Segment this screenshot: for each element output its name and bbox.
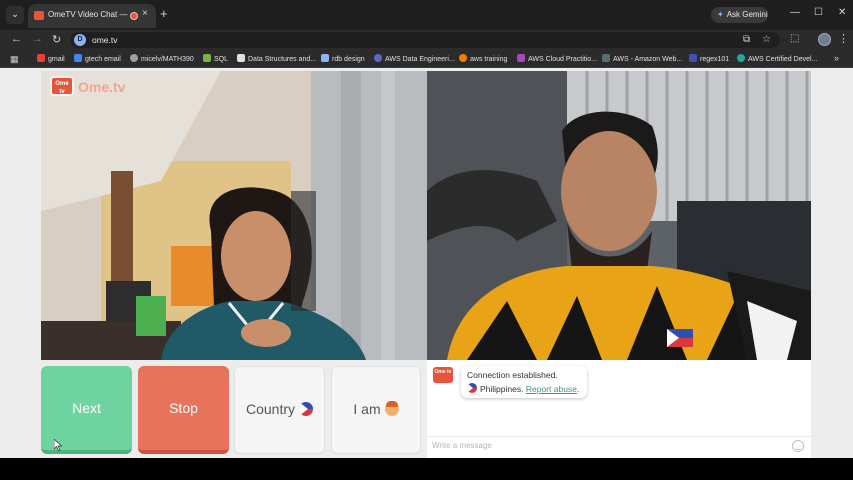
bookmark-favicon-icon — [374, 54, 382, 62]
bookmark-favicon-icon — [237, 54, 245, 62]
bookmark-favicon-icon — [517, 54, 525, 62]
remote-video-image — [427, 71, 811, 360]
bookmark-item[interactable]: rdb design — [321, 54, 365, 63]
face-emoji-icon — [384, 401, 399, 416]
ask-gemini-button[interactable]: ✦ Ask Gemini — [711, 7, 768, 23]
page-bottom-edge — [0, 458, 853, 480]
extensions-icon[interactable]: ⬚ — [790, 33, 799, 44]
new-tab-button[interactable]: + — [160, 6, 168, 21]
emoji-picker-icon[interactable] — [792, 440, 804, 452]
bookmark-favicon-icon — [689, 54, 697, 62]
apps-grid-icon[interactable]: ▦ — [10, 54, 19, 65]
report-abuse-link[interactable]: Report abuse — [526, 384, 577, 394]
bookmark-item[interactable]: gmail — [37, 54, 65, 63]
iam-label: I am — [353, 401, 381, 417]
address-toolbar: ← → ↻ D ome.tv ⧉ ☆ ⬚ ⋮ — [0, 30, 853, 50]
bookmark-item[interactable]: aws training — [459, 54, 507, 63]
local-video-image — [41, 71, 427, 360]
ask-gemini-label: Ask Gemini — [726, 10, 768, 19]
reload-icon[interactable]: ↻ — [52, 33, 61, 46]
bookmark-item[interactable]: AWS Cloud Practitio... — [517, 54, 597, 63]
bookmark-favicon-icon — [74, 54, 82, 62]
maximize-button[interactable]: ☐ — [814, 7, 823, 18]
mouse-cursor-icon — [54, 439, 62, 451]
connection-message: Connection established. — [467, 370, 558, 380]
bookmark-label: AWS Data Engineeri... — [385, 56, 455, 63]
gemini-icon: ✦ — [717, 10, 724, 19]
philippines-flag-icon — [299, 402, 314, 416]
bookmark-label: AWS - Amazon Web... — [613, 56, 683, 63]
bookmark-item[interactable]: Data Structures and... — [237, 54, 316, 63]
remote-video — [427, 71, 811, 360]
system-message-bubble: Connection established. Philippines. Rep… — [461, 366, 587, 398]
chat-ometv-icon: Ome tv — [433, 367, 453, 383]
tab-search-icon[interactable]: ⌄ — [6, 6, 24, 24]
bookmark-label: gmail — [48, 56, 65, 63]
bookmark-favicon-icon — [130, 54, 138, 62]
bookmark-label: SQL — [214, 56, 229, 63]
tab-bar: ⌄ OmeTV Video Chat — Ome × + ✦Ask Gemini… — [0, 0, 853, 30]
ometv-logo-text: Ome.tv — [78, 79, 126, 95]
message-input[interactable]: Write a message — [432, 441, 782, 453]
bookmark-label: AWS Certified Devel... — [748, 56, 818, 63]
bookmark-item[interactable]: regex101 — [689, 54, 729, 63]
bookmark-favicon-icon — [602, 54, 610, 62]
bookmark-favicon-icon — [737, 54, 745, 62]
tab-ometv[interactable]: OmeTV Video Chat — Ome × — [28, 4, 156, 28]
site-info-icon[interactable]: D — [74, 34, 86, 46]
bookmarks-bar: ▦ gmail gtech email micelv/MATH390 SQL D… — [0, 50, 853, 68]
address-bar[interactable]: D ome.tv ⧉ ☆ — [70, 32, 780, 48]
local-video — [41, 71, 427, 360]
country-button[interactable]: Country — [234, 366, 325, 454]
bookmark-favicon-icon — [459, 54, 467, 62]
recording-icon — [130, 12, 138, 20]
bookmark-item[interactable]: gtech email — [74, 54, 121, 63]
partner-country-line: Philippines. Report abuse. — [467, 383, 579, 394]
bookmark-label: AWS Cloud Practitio... — [528, 56, 597, 63]
bookmark-item[interactable]: AWS - Amazon Web... — [602, 54, 682, 63]
ometv-tv-icon: Ome tv — [50, 76, 74, 96]
cast-icon[interactable]: ⧉ — [743, 34, 750, 45]
more-bookmarks-icon[interactable]: » — [834, 53, 839, 63]
chat-divider — [427, 436, 811, 437]
bookmark-item[interactable]: AWS Data Engineeri... — [374, 54, 455, 63]
stop-button[interactable]: Stop — [138, 366, 229, 454]
philippines-flag-icon — [467, 383, 477, 393]
bookmark-label: micelv/MATH390 — [141, 56, 194, 63]
bookmark-favicon-icon — [203, 54, 211, 62]
bookmark-label: gtech email — [85, 56, 121, 63]
partner-country: Philippines. — [480, 384, 524, 394]
bookmark-label: rdb design — [332, 56, 365, 63]
bookmark-favicon-icon — [321, 54, 329, 62]
ometv-favicon-icon — [34, 11, 44, 20]
bookmark-star-icon[interactable]: ☆ — [762, 34, 771, 45]
country-label: Country — [245, 401, 296, 417]
tab-title: OmeTV Video Chat — Ome — [48, 10, 130, 19]
bookmark-item[interactable]: SQL — [203, 54, 228, 63]
profile-avatar[interactable] — [818, 33, 831, 46]
bookmark-label: regex101 — [700, 56, 730, 63]
close-window-button[interactable]: ✕ — [838, 7, 846, 18]
back-icon[interactable]: ← — [11, 33, 22, 45]
bookmark-label: Data Structures and... — [248, 56, 317, 63]
forward-icon[interactable]: → — [32, 33, 43, 45]
report-suffix: . — [576, 384, 580, 394]
bookmark-label: aws training — [470, 56, 508, 63]
gender-button[interactable]: I am — [331, 366, 421, 454]
minimize-button[interactable]: — — [790, 7, 800, 18]
browser-window: ⌄ OmeTV Video Chat — Ome × + ✦Ask Gemini… — [0, 0, 853, 480]
bookmark-item[interactable]: micelv/MATH390 — [130, 54, 194, 63]
bookmark-item[interactable]: AWS Certified Devel... — [737, 54, 817, 63]
bookmark-favicon-icon — [37, 54, 45, 62]
url-text: ome.tv — [92, 35, 118, 45]
browser-menu-icon[interactable]: ⋮ — [838, 32, 849, 45]
tab-close-icon[interactable]: × — [142, 8, 148, 19]
